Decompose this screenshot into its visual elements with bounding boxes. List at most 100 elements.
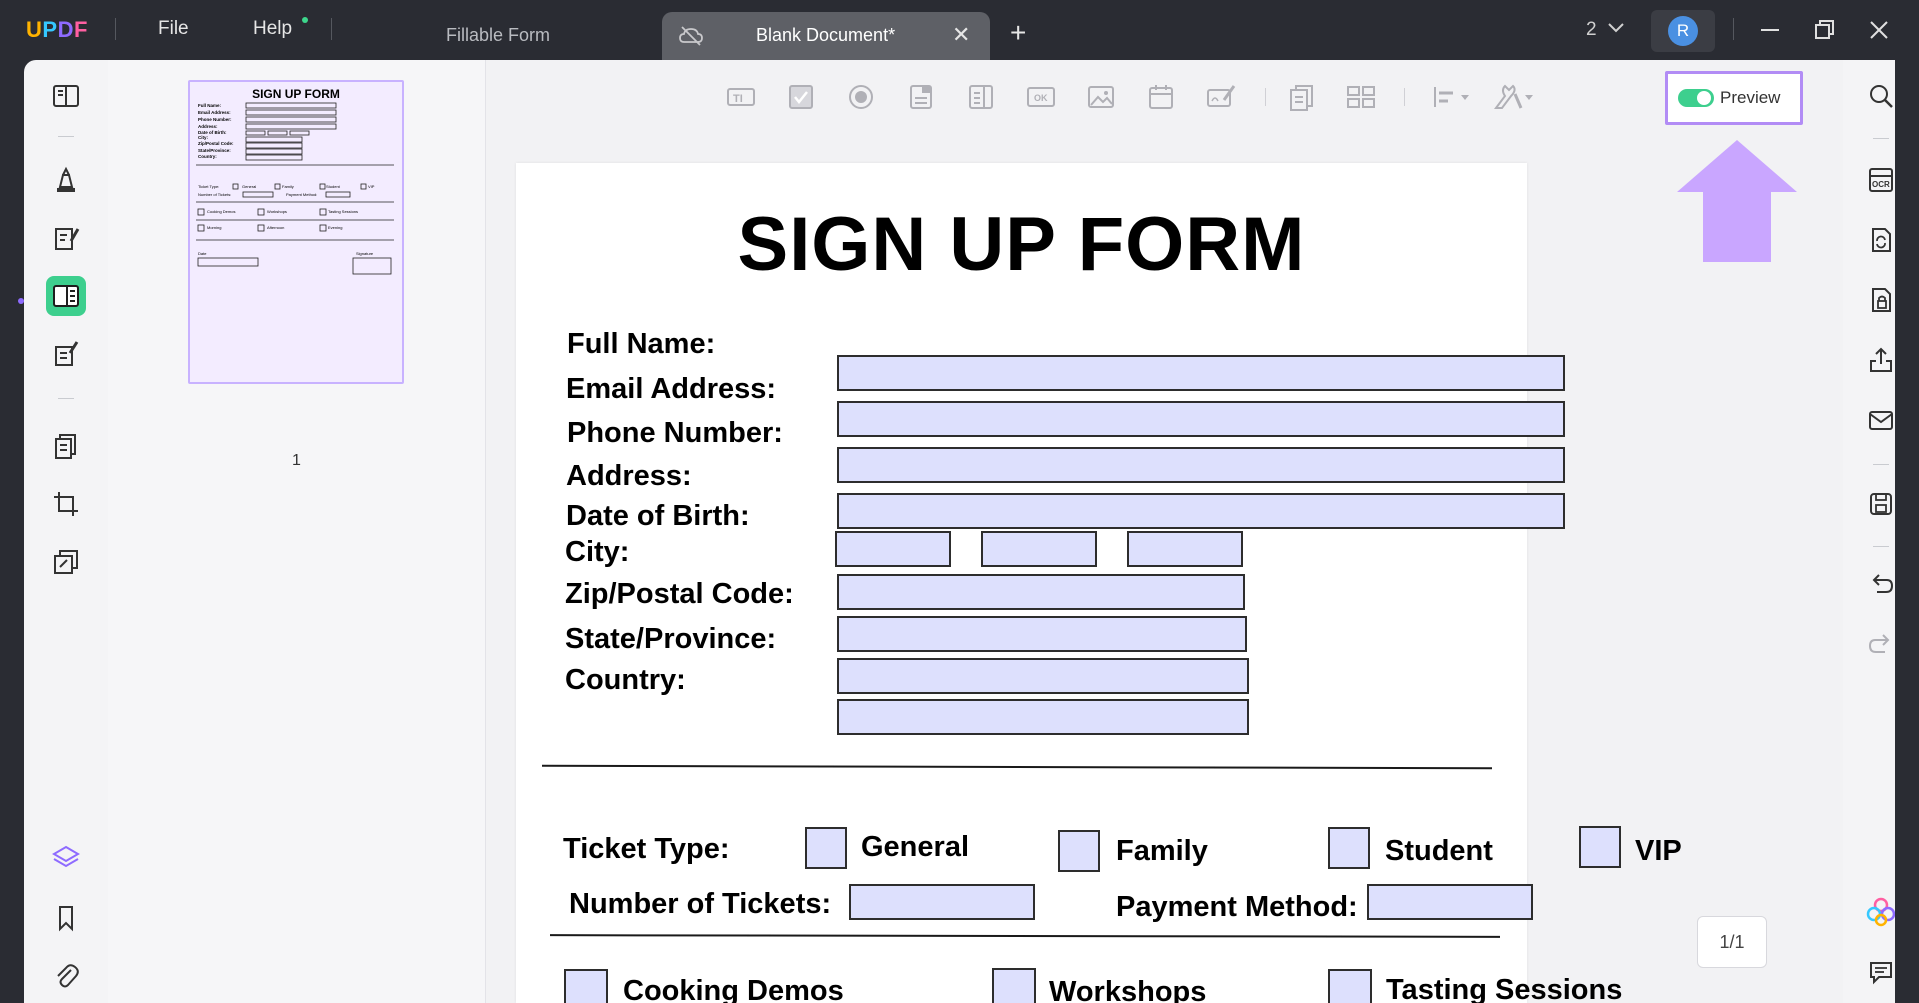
list-box-icon [969,85,993,109]
label-tasting-sessions: Tasting Sessions [1386,974,1623,1003]
fill-sign-button[interactable] [46,334,86,374]
full-name-field[interactable] [837,355,1565,391]
multiple-fields-tool[interactable] [1346,82,1376,112]
country-field[interactable] [837,699,1249,735]
page-indicator[interactable]: 1/1 [1697,916,1767,968]
left-tool-rail [24,60,108,1003]
checkbox-tool[interactable] [786,82,816,112]
prepare-form-button[interactable] [46,276,86,316]
rail-divider [1873,464,1889,465]
close-window-icon[interactable] [1864,15,1894,45]
form-icon [53,285,79,307]
checkbox-general[interactable] [805,827,847,869]
convert-button[interactable] [46,542,86,582]
label-dob: Date of Birth: [566,500,750,532]
text-field-tool[interactable]: TI [726,82,756,112]
date-field-tool[interactable] [1146,82,1176,112]
protect-button[interactable] [1865,284,1897,316]
number-of-tickets-field[interactable] [849,884,1035,920]
window-edge [1895,60,1919,1003]
organize-pages-button[interactable] [46,426,86,466]
tab-blank-document[interactable]: Blank Document* ✕ [662,12,990,60]
label-country: Country: [565,664,686,696]
svg-text:Evening: Evening [328,225,342,230]
edit-pdf-button[interactable] [46,218,86,258]
reader-mode-button[interactable] [46,76,86,116]
updf-logo: UPDF [26,17,88,42]
state-field[interactable] [837,658,1249,694]
search-button[interactable] [1865,80,1897,112]
dob-year-field[interactable] [1127,531,1243,567]
toggle-switch[interactable] [1678,89,1714,107]
share-button[interactable] [1865,344,1897,376]
email-field[interactable] [837,401,1565,437]
user-account[interactable]: R [1651,10,1715,52]
thumbnail-form-preview: Full Name: Email Address: Phone Number: … [196,102,394,275]
dob-day-field[interactable] [835,531,951,567]
checkbox-tasting-sessions[interactable] [1328,969,1372,1003]
duplicate-tool[interactable] [1286,82,1316,112]
tab-fillable-form[interactable]: Fillable Form [446,25,550,46]
crop-tool-button[interactable] [46,484,86,524]
window-count[interactable]: 2 [1586,19,1597,41]
email-button[interactable] [1865,404,1897,436]
city-field[interactable] [837,574,1245,610]
rail-divider [58,398,74,399]
checkbox-student[interactable] [1328,827,1370,869]
dob-month-field[interactable] [981,531,1097,567]
combo-box-tool[interactable] [906,82,936,112]
convert-icon [1872,228,1891,252]
radio-button-tool[interactable] [846,82,876,112]
label-vip: VIP [1635,835,1682,867]
image-field-tool[interactable] [1086,82,1116,112]
menu-help[interactable]: Help [253,18,292,40]
button-tool[interactable]: OK [1026,82,1056,112]
phone-field[interactable] [837,447,1565,483]
menu-file[interactable]: File [158,18,189,40]
label-state: State/Province: [565,623,777,655]
checkbox-family[interactable] [1058,830,1100,872]
document-view: TI OK Preview SIGN UP FORM Full Name: Em… [486,60,1843,1003]
preview-label: Preview [1720,88,1781,107]
zip-field[interactable] [837,616,1247,652]
comment-icon [1870,962,1892,985]
ocr-icon: OCR [1869,168,1893,192]
save-button[interactable] [1865,488,1897,520]
search-icon [1870,85,1893,108]
annotation-arrow-icon [1677,140,1797,262]
redo-button[interactable] [1865,628,1897,660]
checkbox-cooking-demos[interactable] [564,969,608,1003]
checkbox-vip[interactable] [1579,826,1621,868]
new-tab-icon[interactable]: + [1010,17,1026,49]
ai-assistant-button[interactable] [1865,896,1897,928]
bookmark-button[interactable] [46,898,86,938]
close-tab-icon[interactable]: ✕ [952,22,970,48]
chevron-down-icon[interactable] [1606,20,1626,36]
minimize-icon[interactable] [1755,15,1785,45]
comment-tool-button[interactable] [46,160,86,200]
rail-divider [58,136,74,137]
checkbox-workshops[interactable] [992,968,1036,1003]
preview-toggle[interactable]: Preview [1665,71,1803,125]
undo-button[interactable] [1865,568,1897,600]
comments-button[interactable] [1865,956,1897,988]
restore-icon[interactable] [1810,15,1840,45]
title-separator [1733,18,1734,40]
address-field[interactable] [837,493,1565,529]
tools-dropdown[interactable] [1491,82,1537,112]
list-box-tool[interactable] [966,82,996,112]
undo-icon [1872,574,1894,593]
label-family: Family [1116,835,1208,867]
label-zip: Zip/Postal Code: [565,578,794,610]
help-notification-dot [302,17,308,23]
convert-pdf-button[interactable] [1865,224,1897,256]
ocr-button[interactable]: OCR [1865,164,1897,196]
layers-button[interactable] [46,838,86,878]
page-thumbnail[interactable]: SIGN UP FORM Full Name: Email Address: P… [188,80,404,384]
title-separator [115,18,116,40]
attachment-button[interactable] [46,956,86,996]
avatar: R [1668,16,1698,46]
align-dropdown[interactable] [1431,82,1475,112]
payment-method-field[interactable] [1367,884,1533,920]
signature-field-tool[interactable] [1206,82,1236,112]
